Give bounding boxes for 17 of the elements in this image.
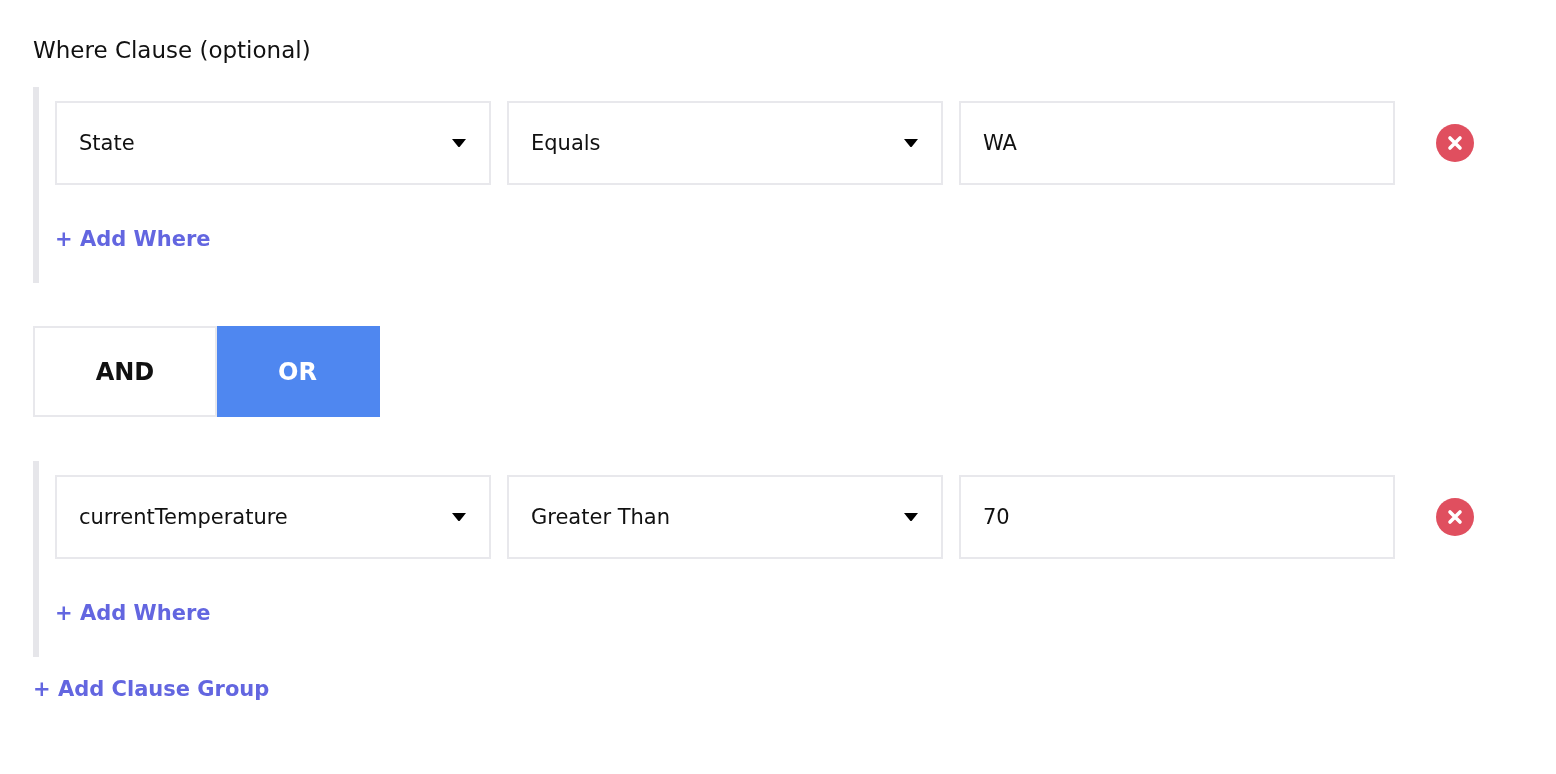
combinator-button[interactable]: AND bbox=[33, 326, 217, 417]
caret-icon bbox=[903, 512, 919, 522]
remove-icon[interactable] bbox=[1436, 124, 1474, 162]
operator-dropdown[interactable]: Equals bbox=[507, 101, 943, 185]
operator-dropdown[interactable]: Greater Than bbox=[507, 475, 943, 559]
remove-icon[interactable] bbox=[1436, 498, 1474, 536]
section-title: Where Clause (optional) bbox=[33, 36, 311, 65]
add-clause-group-link[interactable]: + Add Clause Group bbox=[33, 677, 270, 701]
caret-icon bbox=[903, 138, 919, 148]
caret-icon bbox=[451, 138, 467, 148]
field-dropdown[interactable]: State bbox=[55, 101, 491, 185]
field-dropdown[interactable]: currentTemperature bbox=[55, 475, 491, 559]
value-field[interactable]: WA bbox=[959, 101, 1395, 185]
add-where-link[interactable]: + Add Where bbox=[55, 601, 211, 625]
add-where-link[interactable]: + Add Where bbox=[55, 227, 211, 251]
caret-icon bbox=[451, 512, 467, 522]
value-field[interactable]: 70 bbox=[959, 475, 1395, 559]
